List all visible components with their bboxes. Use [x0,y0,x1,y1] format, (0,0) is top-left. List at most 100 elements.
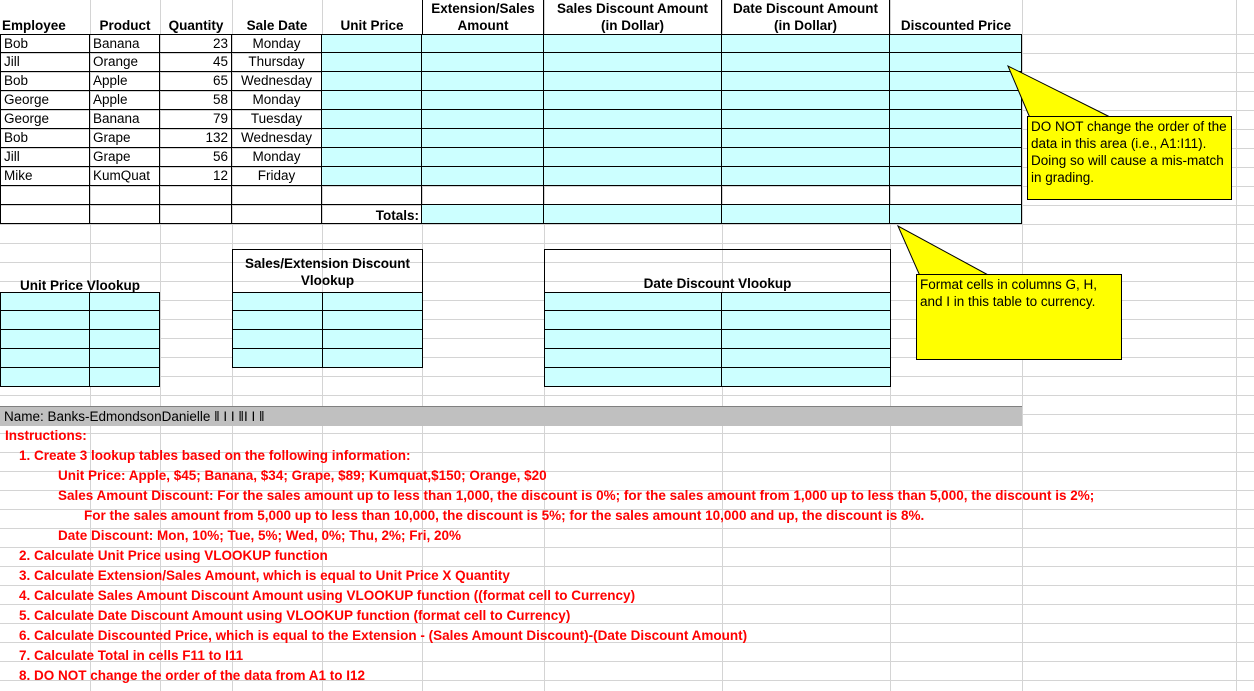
sales-discount-cell[interactable] [544,34,722,53]
date-lookup-day[interactable] [544,330,722,349]
sale-date-cell[interactable]: Tuesday [232,110,322,129]
extension-cell[interactable] [422,34,544,53]
totals-label[interactable]: Totals: [322,206,422,225]
blank-cell[interactable] [722,186,890,205]
quantity-cell[interactable]: 58 [160,91,232,110]
quantity-cell[interactable]: 23 [160,34,232,53]
date-lookup-rate[interactable] [722,368,891,387]
employee-cell[interactable]: Mike [0,167,90,186]
blank-cell[interactable] [160,205,232,224]
product-cell[interactable]: Apple [90,72,160,91]
date-lookup-day[interactable] [544,311,722,330]
product-cell[interactable]: Orange [90,53,160,72]
date-lookup-rate[interactable] [722,292,891,311]
blank-cell[interactable] [422,186,544,205]
instruction-5[interactable]: 5. Calculate Date Discount Amount using … [19,606,570,626]
header-employee[interactable]: Employee [2,14,88,34]
blank-cell[interactable] [90,205,160,224]
unit-price-cell[interactable] [322,110,422,129]
spreadsheet-sheet[interactable]: Employee Product Quantity Sale Date Unit… [0,0,1254,691]
product-cell[interactable]: KumQuat [90,167,160,186]
unit-price-lookup-product[interactable] [0,292,90,311]
extension-cell[interactable] [422,72,544,91]
date-discount-cell[interactable] [722,53,890,72]
sales-lookup-threshold[interactable] [232,311,323,330]
sales-lookup-rate[interactable] [323,349,423,368]
unit-price-lookup-product[interactable] [0,368,90,387]
header-date-discount[interactable]: Date Discount Amount (in Dollar) [722,0,890,34]
unit-price-cell[interactable] [322,148,422,167]
instruction-1c[interactable]: For the sales amount from 5,000 up to le… [84,506,924,526]
unit-price-lookup-price[interactable] [90,368,160,387]
sale-date-cell[interactable]: Monday [232,91,322,110]
sales-lookup-rate[interactable] [323,292,423,311]
blank-cell[interactable] [232,205,322,224]
quantity-cell[interactable]: 79 [160,110,232,129]
sales-lookup-threshold[interactable] [232,349,323,368]
unit-price-lookup-price[interactable] [90,292,160,311]
blank-cell[interactable] [544,186,722,205]
date-lookup-day[interactable] [544,349,722,368]
instruction-2[interactable]: 2. Calculate Unit Price using VLOOKUP fu… [19,546,328,566]
date-discount-cell[interactable] [722,34,890,53]
header-sale-date[interactable]: Sale Date [232,14,322,34]
unit-price-cell[interactable] [322,129,422,148]
instruction-1b[interactable]: Sales Amount Discount: For the sales amo… [58,486,1094,506]
unit-price-cell[interactable] [322,72,422,91]
date-discount-cell[interactable] [722,72,890,91]
date-lookup-day[interactable] [544,292,722,311]
sale-date-cell[interactable]: Friday [232,167,322,186]
quantity-cell[interactable]: 65 [160,72,232,91]
unit-price-lookup-product[interactable] [0,311,90,330]
date-discount-lookup-title[interactable]: Date Discount Vlookup [544,249,891,293]
sales-discount-cell[interactable] [544,72,722,91]
employee-cell[interactable]: Jill [0,53,90,72]
instruction-4[interactable]: 4. Calculate Sales Amount Discount Amoun… [19,586,635,606]
employee-cell[interactable]: Bob [0,34,90,53]
product-cell[interactable]: Grape [90,129,160,148]
sales-discount-cell[interactable] [544,148,722,167]
header-sales-discount[interactable]: Sales Discount Amount (in Dollar) [544,0,722,34]
product-cell[interactable]: Apple [90,91,160,110]
quantity-cell[interactable]: 56 [160,148,232,167]
date-discount-cell[interactable] [722,129,890,148]
blank-cell[interactable] [0,186,90,205]
date-discount-cell[interactable] [722,91,890,110]
header-quantity[interactable]: Quantity [160,14,232,34]
employee-cell[interactable]: Bob [0,129,90,148]
date-discount-cell[interactable] [722,148,890,167]
unit-price-cell[interactable] [322,167,422,186]
header-discounted-price[interactable]: Discounted Price [890,14,1022,34]
unit-price-lookup-price[interactable] [90,330,160,349]
sales-lookup-rate[interactable] [323,330,423,349]
instruction-8[interactable]: 8. DO NOT change the order of the data f… [19,666,365,686]
discounted-price-cell[interactable] [890,167,1022,186]
header-product[interactable]: Product [90,14,160,34]
header-unit-price[interactable]: Unit Price [322,14,422,34]
date-lookup-rate[interactable] [722,330,891,349]
unit-price-cell[interactable] [322,53,422,72]
extension-cell[interactable] [422,167,544,186]
quantity-cell[interactable]: 12 [160,167,232,186]
sale-date-cell[interactable]: Monday [232,34,322,53]
quantity-cell[interactable]: 45 [160,53,232,72]
discounted-price-cell[interactable] [890,148,1022,167]
employee-cell[interactable]: George [0,110,90,129]
extension-cell[interactable] [422,53,544,72]
unit-price-lookup-price[interactable] [90,349,160,368]
extension-cell[interactable] [422,110,544,129]
blank-cell[interactable] [90,186,160,205]
unit-price-lookup-title[interactable]: Unit Price Vlookup [2,274,158,294]
unit-price-lookup-price[interactable] [90,311,160,330]
total-discounted-price-cell[interactable] [890,205,1022,224]
blank-cell[interactable] [160,186,232,205]
sales-lookup-threshold[interactable] [232,330,323,349]
extension-cell[interactable] [422,91,544,110]
sales-discount-cell[interactable] [544,110,722,129]
total-date-discount-cell[interactable] [722,205,890,224]
sales-lookup-rate[interactable] [323,311,423,330]
instruction-1a[interactable]: Unit Price: Apple, $45; Banana, $34; Gra… [58,466,547,486]
date-lookup-rate[interactable] [722,311,891,330]
blank-cell[interactable] [0,205,90,224]
unit-price-lookup-product[interactable] [0,349,90,368]
